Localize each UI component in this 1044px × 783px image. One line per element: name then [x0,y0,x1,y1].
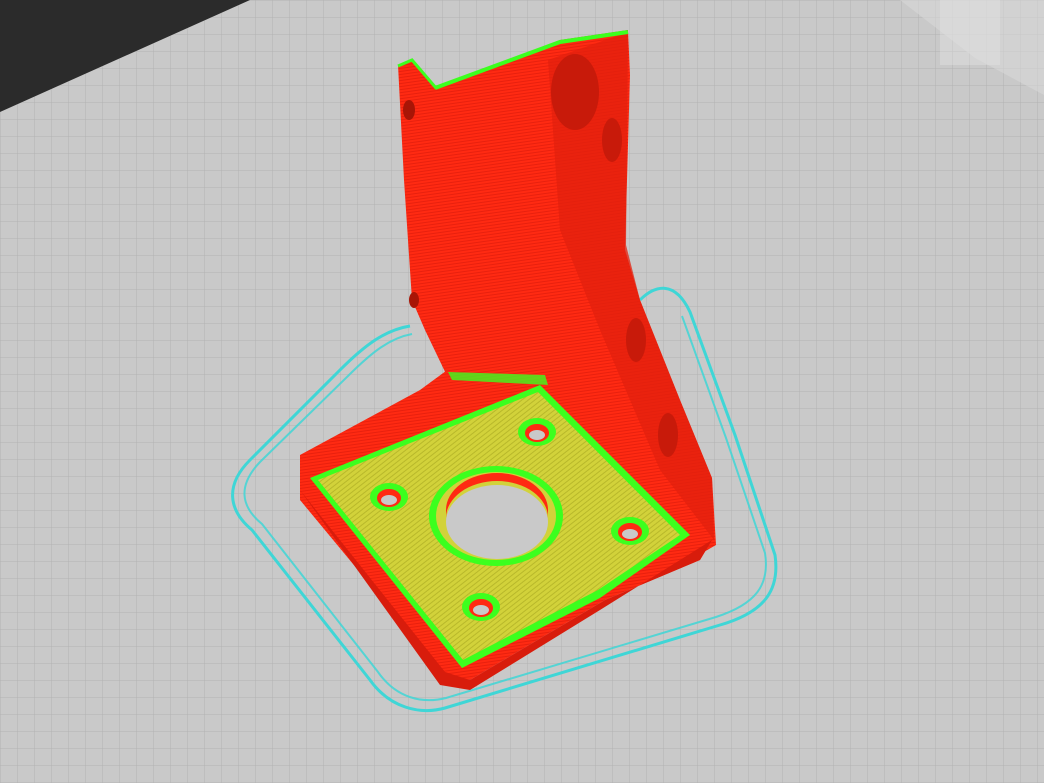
wall-notch [409,292,419,308]
screw-hole-top [518,418,556,446]
wall-hole [602,118,622,162]
slicer-3d-viewport[interactable] [0,0,1044,783]
toolpath-preview-canvas[interactable] [0,0,1044,783]
wall-notch [403,100,415,120]
wall-hole [551,54,599,130]
center-bearing-hole [429,466,563,566]
screw-hole-left [370,483,408,511]
bed-corner-marker [940,0,1000,65]
screw-hole-right [611,517,649,545]
screw-hole-bottom [462,593,500,621]
wall-hole [626,318,646,362]
wall-hole [658,413,678,457]
